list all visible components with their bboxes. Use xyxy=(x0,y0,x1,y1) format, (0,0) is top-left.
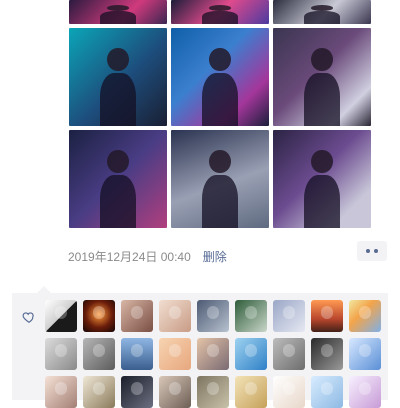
photo-subject-body xyxy=(202,11,238,24)
heart-icon xyxy=(22,312,34,323)
avatar-highlight xyxy=(206,382,220,396)
liker-avatar[interactable] xyxy=(159,338,191,370)
photo-subject-head xyxy=(107,47,129,72)
avatar-highlight xyxy=(282,382,296,396)
photo-subject-head xyxy=(311,149,333,174)
photo-subject-body xyxy=(202,73,238,126)
liker-avatars xyxy=(45,300,385,408)
post-meta: 2019年12月24日 00:40 删除 xyxy=(68,247,384,265)
photo-thumbnail[interactable] xyxy=(171,130,269,228)
liker-avatar[interactable] xyxy=(45,300,77,332)
photo-subject-body xyxy=(304,175,340,228)
photo-subject-body xyxy=(100,175,136,228)
avatar-highlight xyxy=(282,306,296,320)
photo-thumbnail[interactable] xyxy=(273,0,371,24)
liker-avatar[interactable] xyxy=(273,376,305,408)
liker-avatar[interactable] xyxy=(197,376,229,408)
likes-panel xyxy=(12,286,388,408)
avatar-highlight xyxy=(92,382,106,396)
avatar-highlight xyxy=(206,306,220,320)
photo-subject-head xyxy=(107,4,129,11)
liker-avatar[interactable] xyxy=(311,300,343,332)
more-button[interactable] xyxy=(357,241,387,261)
avatar-highlight xyxy=(320,344,334,358)
liker-avatar[interactable] xyxy=(311,376,343,408)
liker-avatar[interactable] xyxy=(121,300,153,332)
photo-subject-head xyxy=(209,149,231,174)
photo-subject-head xyxy=(107,149,129,174)
avatar-highlight xyxy=(54,306,68,320)
liker-avatar[interactable] xyxy=(235,338,267,370)
photo-thumbnail[interactable] xyxy=(171,0,269,24)
liker-avatar[interactable] xyxy=(83,376,115,408)
more-dots-icon xyxy=(374,249,378,253)
avatar-highlight xyxy=(92,344,106,358)
liker-avatar[interactable] xyxy=(235,376,267,408)
avatar-highlight xyxy=(358,344,372,358)
liker-avatar[interactable] xyxy=(349,300,381,332)
avatar-highlight xyxy=(168,344,182,358)
delete-link[interactable]: 删除 xyxy=(203,248,227,265)
liker-avatar[interactable] xyxy=(83,338,115,370)
photo-subject-body xyxy=(100,11,136,24)
post-timestamp: 2019年12月24日 00:40 xyxy=(68,249,191,264)
avatar-highlight xyxy=(168,382,182,396)
liker-avatar[interactable] xyxy=(45,338,77,370)
photo-subject-body xyxy=(304,73,340,126)
avatar-highlight xyxy=(130,382,144,396)
liker-avatar[interactable] xyxy=(273,338,305,370)
liker-avatar[interactable] xyxy=(197,300,229,332)
avatar-highlight xyxy=(320,382,334,396)
liker-avatar[interactable] xyxy=(349,376,381,408)
avatar-highlight xyxy=(358,306,372,320)
avatar-highlight xyxy=(320,306,334,320)
photo-subject-head xyxy=(311,47,333,72)
avatar-highlight xyxy=(168,306,182,320)
avatar-highlight xyxy=(358,382,372,396)
avatar-highlight xyxy=(244,382,258,396)
photo-subject-head xyxy=(209,47,231,72)
liker-avatar[interactable] xyxy=(159,376,191,408)
photo-thumbnail[interactable] xyxy=(69,28,167,126)
photo-subject-body xyxy=(202,175,238,228)
photo-subject-head xyxy=(311,4,333,11)
avatar-highlight xyxy=(130,344,144,358)
liker-avatar[interactable] xyxy=(45,376,77,408)
liker-avatar[interactable] xyxy=(159,300,191,332)
avatar-highlight xyxy=(54,382,68,396)
avatar-highlight xyxy=(244,306,258,320)
liker-avatar[interactable] xyxy=(197,338,229,370)
photo-subject-body xyxy=(304,11,340,24)
more-dots-icon xyxy=(366,249,370,253)
liker-avatar[interactable] xyxy=(273,300,305,332)
liker-avatar[interactable] xyxy=(121,376,153,408)
avatar-highlight xyxy=(282,344,296,358)
photo-grid xyxy=(69,0,371,228)
liker-avatar[interactable] xyxy=(349,338,381,370)
photo-subject-head xyxy=(209,4,231,11)
avatar-highlight xyxy=(130,306,144,320)
liker-avatar[interactable] xyxy=(235,300,267,332)
avatar-highlight xyxy=(206,344,220,358)
liker-avatar[interactable] xyxy=(311,338,343,370)
photo-thumbnail[interactable] xyxy=(171,28,269,126)
photo-thumbnail[interactable] xyxy=(69,130,167,228)
photo-thumbnail[interactable] xyxy=(273,130,371,228)
photo-thumbnail[interactable] xyxy=(69,0,167,24)
photo-subject-body xyxy=(100,73,136,126)
avatar-highlight xyxy=(54,344,68,358)
liker-avatar[interactable] xyxy=(121,338,153,370)
avatar-highlight xyxy=(244,344,258,358)
photo-thumbnail[interactable] xyxy=(273,28,371,126)
avatar-highlight xyxy=(92,306,106,320)
liker-avatar[interactable] xyxy=(83,300,115,332)
